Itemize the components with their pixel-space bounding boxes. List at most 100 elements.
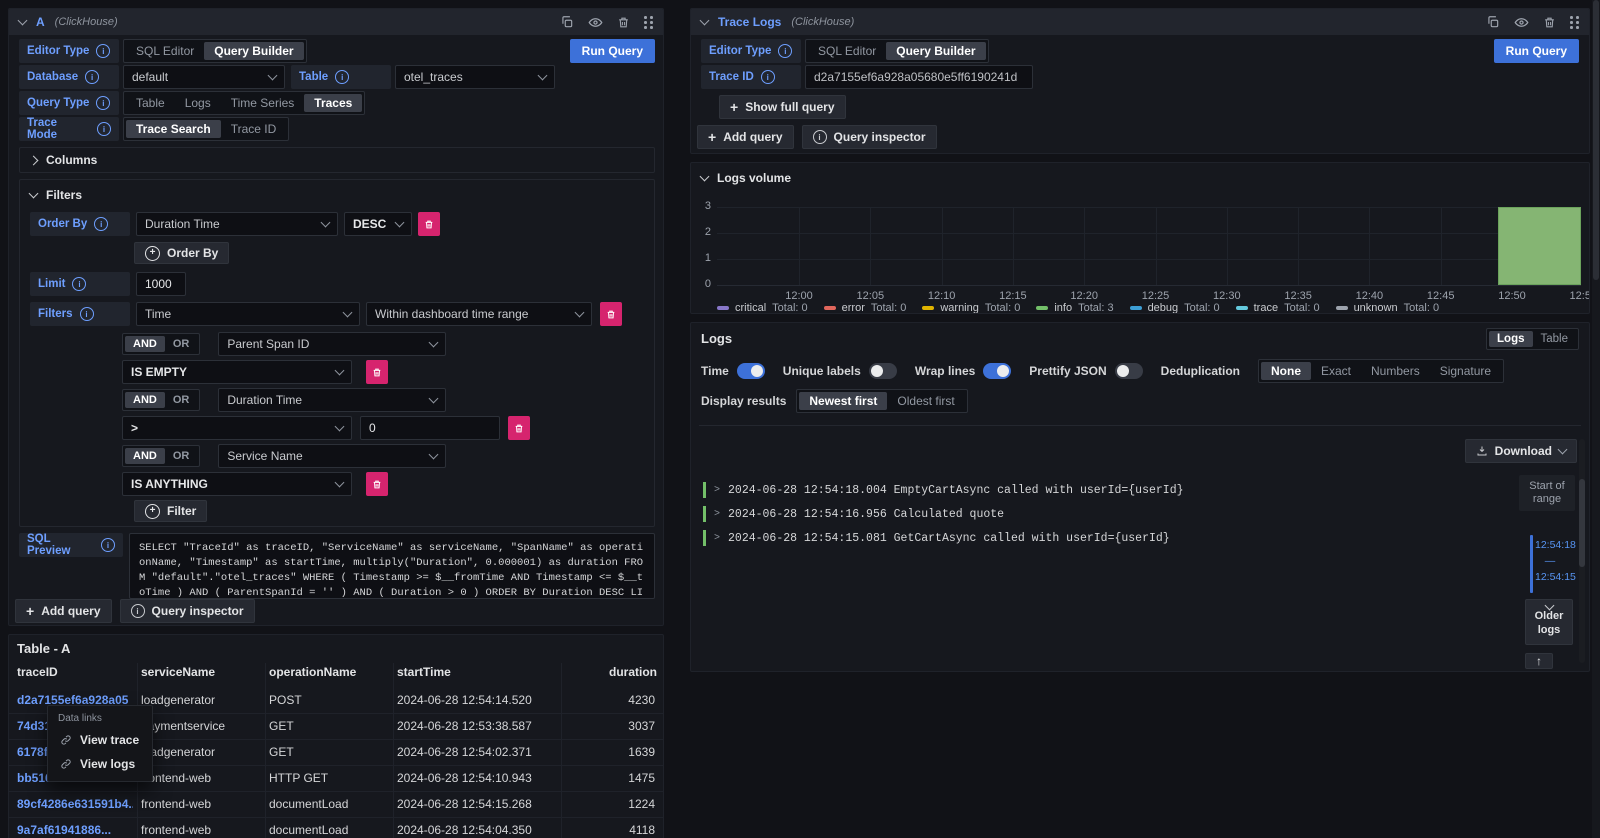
oldest-first-option[interactable]: Oldest first [887,392,964,410]
query-type-logs[interactable]: Logs [175,94,221,112]
table-select[interactable]: otel_traces [395,65,555,89]
add-filter-button[interactable]: +Filter [134,500,207,522]
or-option[interactable]: OR [165,336,198,352]
remove-condition-button[interactable] [366,472,388,496]
scroll-to-top-button[interactable]: ↑ [1525,653,1553,669]
filters-section-header[interactable]: Filters [30,188,82,202]
expand-caret-icon[interactable]: > [714,533,720,544]
or-option[interactable]: OR [165,448,198,464]
log-range-bar[interactable] [1530,535,1533,593]
run-query-button[interactable]: Run Query [570,39,655,63]
logs-scrollbar-thumb[interactable] [1579,479,1585,567]
trash-icon[interactable] [1543,16,1556,29]
legend-item-unknown[interactable]: unknownTotal: 0 [1336,302,1440,314]
column-header-duration[interactable]: duration [569,665,657,679]
database-select[interactable]: default [123,65,285,89]
info-icon[interactable]: i [96,96,110,110]
editor-type-option-sql[interactable]: SQL Editor [808,42,886,60]
column-header-servicename[interactable]: serviceName [141,665,215,679]
legend-item-warning[interactable]: warningTotal: 0 [922,302,1020,314]
info-icon[interactable]: i [97,122,111,136]
info-icon[interactable]: i [761,70,775,84]
remove-condition-button[interactable] [366,360,388,384]
or-option[interactable]: OR [165,392,198,408]
column-header-starttime[interactable]: startTime [397,665,451,679]
filter-field-select[interactable]: Time [136,302,360,326]
log-row[interactable]: >2024-06-28 12:54:15.081 GetCartAsync ca… [703,529,1184,547]
condition-field-select[interactable]: Duration Time [218,388,446,412]
trash-icon[interactable] [617,16,630,29]
view-table-option[interactable]: Table [1533,331,1577,347]
remove-order-by-button[interactable] [418,212,440,236]
info-icon[interactable]: i [72,277,86,291]
eye-icon[interactable] [588,15,603,30]
query-type-table[interactable]: Table [126,94,175,112]
expand-caret-icon[interactable]: > [714,509,720,520]
info-icon[interactable]: i [335,70,349,84]
add-query-button[interactable]: +Add query [15,599,112,623]
condition-value-input[interactable]: 0 [360,416,500,440]
show-full-query-button[interactable]: +Show full query [719,95,846,119]
condition-field-select[interactable]: Service Name [218,444,446,468]
download-button[interactable]: Download [1465,439,1577,463]
log-row[interactable]: >2024-06-28 12:54:16.956 Calculated quot… [703,505,1184,523]
legend-item-info[interactable]: infoTotal: 3 [1036,302,1113,314]
view-logs-option[interactable]: Logs [1489,331,1532,347]
dedup-none[interactable]: None [1261,362,1311,380]
condition-operator-select[interactable]: IS ANYTHING [122,472,352,496]
newest-first-option[interactable]: Newest first [799,392,887,410]
and-option[interactable]: AND [125,392,165,408]
legend-item-debug[interactable]: debugTotal: 0 [1130,302,1220,314]
filter-value-select[interactable]: Within dashboard time range [366,302,592,326]
page-scrollbar-thumb[interactable] [1593,0,1599,280]
page-scrollbar-track[interactable] [1592,0,1600,838]
logs-scrollbar-track[interactable] [1579,439,1585,663]
logs-volume-title[interactable]: Logs volume [701,171,791,185]
trace-mode-id[interactable]: Trace ID [221,120,287,138]
trace-id-input[interactable]: d2a7155ef6a928a05680e5ff6190241d [805,65,1033,89]
query-inspector-button[interactable]: iQuery inspector [120,599,255,623]
query-inspector-button[interactable]: iQuery inspector [802,125,937,149]
info-icon[interactable]: i [778,44,792,58]
column-header-operationname[interactable]: operationName [269,665,356,679]
remove-filter-button[interactable] [600,302,622,326]
drag-handle-icon[interactable] [644,15,653,29]
copy-icon[interactable] [560,15,574,29]
older-logs-button[interactable]: Older logs [1525,599,1573,645]
view-trace-menu-item[interactable]: View trace [48,728,152,752]
unique-labels-toggle[interactable] [869,363,897,379]
info-icon[interactable]: i [94,217,108,231]
dedup-exact[interactable]: Exact [1311,362,1361,380]
condition-field-select[interactable]: Parent Span ID [218,332,446,356]
log-row[interactable]: >2024-06-28 12:54:18.004 EmptyCartAsync … [703,481,1184,499]
columns-section[interactable]: Columns [19,147,655,173]
editor-type-option-builder[interactable]: Query Builder [886,42,985,60]
dedup-signature[interactable]: Signature [1430,362,1501,380]
expand-caret-icon[interactable]: > [714,485,720,496]
query-type-traces[interactable]: Traces [304,94,362,112]
info-icon[interactable]: i [96,44,110,58]
editor-type-option-builder[interactable]: Query Builder [204,42,303,60]
eye-icon[interactable] [1514,15,1529,30]
copy-icon[interactable] [1486,15,1500,29]
order-by-direction-select[interactable]: DESC [344,212,412,236]
wrap-lines-toggle[interactable] [983,363,1011,379]
info-icon[interactable]: i [80,307,94,321]
run-query-button[interactable]: Run Query [1494,39,1579,63]
editor-type-option-sql[interactable]: SQL Editor [126,42,204,60]
column-header-traceid[interactable]: traceID [17,665,58,679]
order-by-field-select[interactable]: Duration Time [136,212,338,236]
drag-handle-icon[interactable] [1570,15,1579,29]
trace-id-link[interactable]: 89cf4286e631591b4... [17,792,133,817]
prettify-json-toggle[interactable] [1115,363,1143,379]
legend-item-trace[interactable]: traceTotal: 0 [1236,302,1320,314]
limit-input[interactable]: 1000 [136,272,186,296]
info-icon[interactable]: i [85,70,99,84]
and-option[interactable]: AND [125,336,165,352]
add-order-by-button[interactable]: +Order By [134,242,229,264]
collapse-chevron-icon[interactable] [18,16,28,26]
dedup-numbers[interactable]: Numbers [1361,362,1430,380]
trace-mode-search[interactable]: Trace Search [126,120,221,138]
query-type-timeseries[interactable]: Time Series [221,94,305,112]
condition-operator-select[interactable]: IS EMPTY [122,360,352,384]
